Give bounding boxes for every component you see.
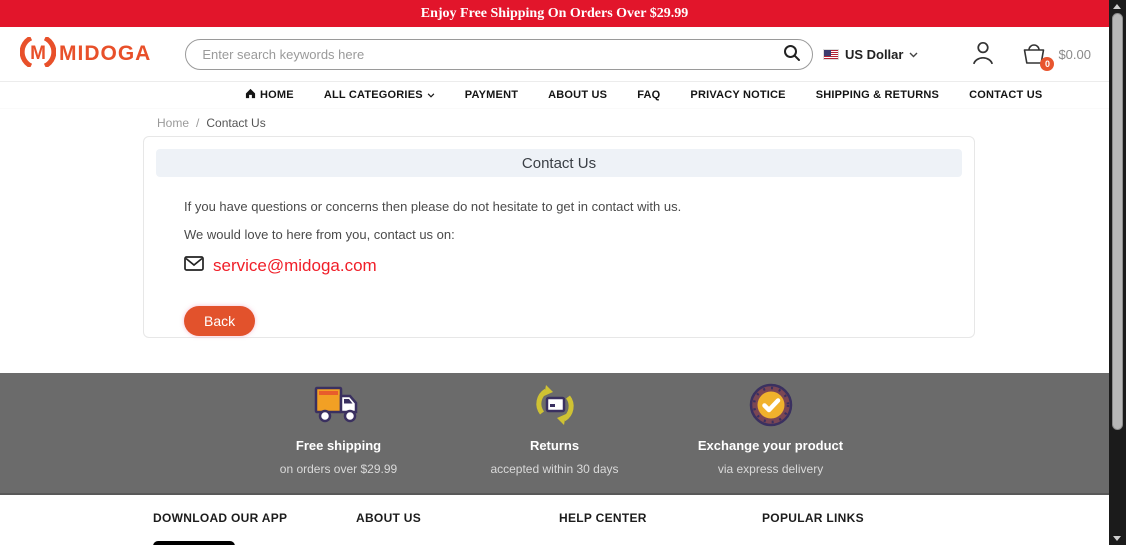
currency-label: US Dollar	[844, 46, 904, 62]
nav-item-about-us[interactable]: ABOUT US	[548, 89, 607, 101]
page: Enjoy Free Shipping On Orders Over $29.9…	[0, 0, 1109, 545]
feature-free-shipping: Free shipping on orders over $29.99	[254, 381, 424, 476]
nav-item-faq[interactable]: FAQ	[637, 89, 660, 101]
email-row: service@midoga.com	[184, 256, 962, 276]
feature-subtitle: accepted within 30 days	[490, 462, 619, 476]
page-title: Contact Us	[521, 154, 597, 172]
cart-count-badge: 0	[1040, 56, 1055, 71]
footer-col-download-app: DOWNLOAD OUR APP DAPATKAN DI	[153, 511, 356, 545]
truck-icon	[313, 381, 365, 429]
vertical-scrollbar	[1109, 0, 1126, 545]
breadcrumb-home-link[interactable]: Home	[157, 116, 189, 130]
feature-exchange: Exchange your product via express delive…	[686, 381, 856, 476]
search-button[interactable]	[783, 44, 801, 65]
contact-email-link[interactable]: service@midoga.com	[213, 256, 377, 276]
promo-banner-text: Enjoy Free Shipping On Orders Over $29.9…	[420, 5, 689, 21]
footer-col-about-us: ABOUT US About Us	[356, 511, 559, 545]
footer-heading: ABOUT US	[356, 511, 422, 525]
scrollbar-thumb[interactable]	[1112, 13, 1123, 430]
logo-mark-icon: M	[19, 35, 57, 72]
feature-title: Free shipping	[295, 438, 382, 453]
nav-label: ABOUT US	[548, 89, 608, 101]
nav-label: PAYMENT	[464, 89, 519, 101]
footer-heading: HELP CENTER	[559, 511, 647, 525]
user-icon	[970, 41, 996, 69]
nav-list: HOME ALL CATEGORIES PAYMENT ABOUT US FAQ	[245, 88, 1042, 102]
feature-subtitle: via express delivery	[717, 462, 824, 476]
us-flag-icon	[822, 48, 839, 60]
logo[interactable]: M MIDOGA	[19, 35, 152, 72]
breadcrumb: Home / Contact Us	[157, 116, 1109, 130]
contact-card-header: Contact Us	[156, 149, 962, 177]
search-icon	[783, 44, 801, 65]
search-input[interactable]	[185, 38, 814, 70]
footer: DOWNLOAD OUR APP DAPATKAN DI ABOUT US Ab…	[0, 495, 1109, 545]
account-button[interactable]	[970, 40, 996, 69]
logo-text: MIDOGA	[59, 42, 152, 65]
scrollbar-down-arrow[interactable]	[1113, 536, 1121, 541]
nav-label: PRIVACY NOTICE	[690, 89, 786, 101]
chevron-down-icon	[909, 45, 918, 63]
contact-card: Contact Us If you have questions or conc…	[143, 136, 975, 338]
footer-heading: DOWNLOAD OUR APP	[153, 511, 288, 525]
feature-subtitle: on orders over $29.99	[279, 462, 398, 476]
main-nav: HOME ALL CATEGORIES PAYMENT ABOUT US FAQ	[0, 81, 1109, 109]
feature-returns: Returns accepted within 30 days	[470, 381, 640, 476]
nav-item-privacy-notice[interactable]: PRIVACY NOTICE	[690, 89, 785, 101]
header-right: US Dollar 0 $0.00	[822, 40, 1091, 71]
breadcrumb-current: Contact Us	[206, 116, 266, 130]
features-strip: Free shipping on orders over $29.99 Retu…	[0, 373, 1109, 495]
nav-item-all-categories[interactable]: ALL CATEGORIES	[324, 89, 435, 101]
envelope-icon	[184, 256, 204, 276]
scrollbar-up-arrow[interactable]	[1113, 4, 1121, 9]
nav-label: SHIPPING & RETURNS	[815, 89, 940, 101]
nav-item-contact-us[interactable]: CONTACT US	[969, 89, 1042, 101]
footer-col-popular-links: POPULAR LINKS Toys & Games	[762, 511, 965, 545]
cart-button[interactable]: 0	[1020, 40, 1055, 71]
promo-banner: Enjoy Free Shipping On Orders Over $29.9…	[0, 0, 1109, 27]
svg-text:M: M	[30, 43, 46, 64]
home-icon	[245, 88, 256, 102]
footer-col-help-center: HELP CENTER Payment	[559, 511, 762, 545]
returns-icon	[532, 381, 578, 429]
contact-prompt-line: We would love to here from you, contact …	[184, 227, 455, 242]
app-store-badge[interactable]: DAPATKAN DI	[153, 541, 235, 545]
nav-label: HOME	[260, 89, 294, 101]
breadcrumb-separator: /	[196, 116, 200, 130]
footer-heading: POPULAR LINKS	[762, 511, 864, 525]
feature-title: Exchange your product	[697, 438, 844, 453]
header: M MIDOGA US Dollar	[0, 27, 1109, 81]
nav-item-payment[interactable]: PAYMENT	[465, 89, 518, 101]
currency-selector[interactable]: US Dollar	[822, 45, 919, 63]
nav-label: ALL CATEGORIES	[323, 89, 423, 101]
nav-label: FAQ	[637, 89, 661, 101]
contact-card-body: If you have questions or concerns then p…	[156, 177, 962, 336]
search-bar	[185, 38, 814, 70]
exchange-icon	[748, 381, 794, 429]
nav-item-home[interactable]: HOME	[245, 88, 294, 102]
cart-total: $0.00	[1058, 46, 1091, 62]
chevron-down-icon	[427, 89, 435, 101]
back-button[interactable]: Back	[184, 306, 256, 336]
contact-intro-line: If you have questions or concerns then p…	[184, 199, 682, 214]
feature-title: Returns	[529, 438, 580, 453]
nav-label: CONTACT US	[969, 89, 1043, 101]
nav-item-shipping-returns[interactable]: SHIPPING & RETURNS	[816, 89, 939, 101]
